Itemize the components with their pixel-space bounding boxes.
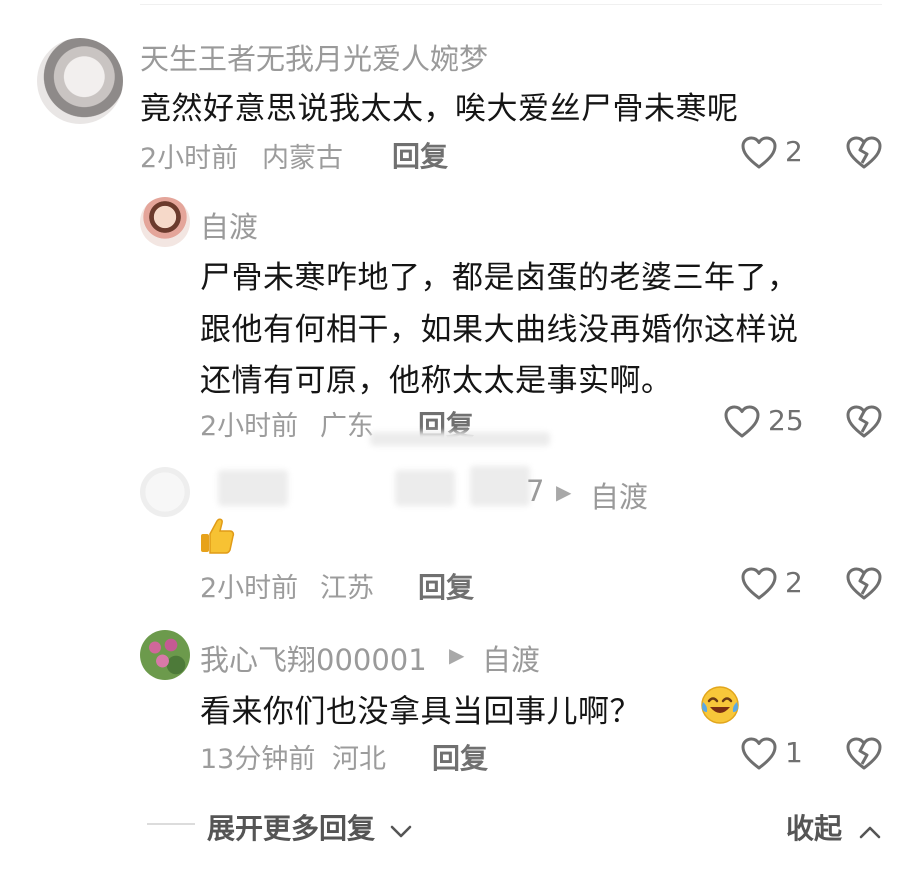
reply-to-username[interactable]: 自渡 (590, 474, 648, 516)
comment-location: 河北 (332, 744, 386, 775)
blurred-username (218, 470, 288, 506)
avatar[interactable] (37, 38, 123, 124)
broken-heart-icon[interactable] (846, 136, 882, 170)
like-count: 1 (785, 736, 803, 769)
broken-heart-icon[interactable] (846, 405, 882, 439)
collapse-label: 收起 (786, 812, 843, 845)
like-count: 2 (785, 566, 803, 599)
like-count: 2 (785, 135, 803, 168)
comment-location: 广东 (320, 411, 374, 442)
reply-button[interactable]: 回复 (392, 135, 448, 175)
comment-username-partial[interactable]: 7 (526, 474, 544, 508)
blurred-username (470, 466, 530, 506)
comment-location: 内蒙古 (262, 143, 343, 174)
comment-text: 竟然好意思说我太太，唉大爱丝尸骨未寒呢 (140, 91, 739, 127)
expand-label: 展开更多回复 (207, 812, 376, 845)
comment-text-line: 还情有可原，他称太太是事实啊。 (200, 363, 673, 399)
avatar[interactable] (140, 467, 190, 517)
comment-time: 2小时前 (140, 143, 239, 174)
crying-laughing-emoji (698, 682, 742, 726)
reply-to-username[interactable]: 自渡 (482, 637, 540, 679)
comment-time: 13分钟前 (200, 744, 316, 775)
chevron-down-icon (389, 814, 413, 847)
avatar[interactable] (140, 197, 190, 247)
blurred-username (395, 470, 455, 506)
heart-outline-icon[interactable] (741, 136, 777, 170)
comment-time: 2小时前 (200, 411, 299, 442)
collapse-button[interactable]: 收起 (786, 807, 882, 847)
expand-divider (147, 823, 195, 825)
reply-button[interactable]: 回复 (432, 737, 488, 777)
heart-outline-icon[interactable] (741, 567, 777, 601)
comment-text-line: 跟他有何相干，如果大曲线没再婚你这样说 (200, 312, 799, 348)
avatar[interactable] (140, 630, 190, 680)
thumbs-up-emoji (197, 516, 237, 556)
heart-outline-icon[interactable] (724, 405, 760, 439)
top-divider (140, 4, 882, 5)
comment-username[interactable]: 我心飞翔000001 (200, 637, 427, 679)
play-arrow-icon: ▶ (449, 643, 465, 667)
broken-heart-icon[interactable] (846, 567, 882, 601)
comment-username[interactable]: 天生王者无我月光爱人婉梦 (140, 36, 488, 78)
expand-more-replies-button[interactable]: 展开更多回复 (207, 807, 413, 847)
comment-text-line: 尸骨未寒咋地了，都是卤蛋的老婆三年了， (200, 260, 799, 296)
like-count: 25 (768, 404, 804, 437)
comment-text: 看来你们也没拿具当回事儿啊？ (200, 694, 641, 730)
heart-outline-icon[interactable] (741, 737, 777, 771)
comment-username[interactable]: 自渡 (200, 204, 258, 246)
comment-location: 江苏 (320, 573, 374, 604)
reply-button[interactable]: 回复 (418, 566, 474, 606)
broken-heart-icon[interactable] (846, 737, 882, 771)
blur-overlay (370, 432, 550, 446)
play-arrow-icon: ▶ (556, 480, 572, 504)
comment-time: 2小时前 (200, 573, 299, 604)
chevron-up-icon (858, 814, 882, 847)
